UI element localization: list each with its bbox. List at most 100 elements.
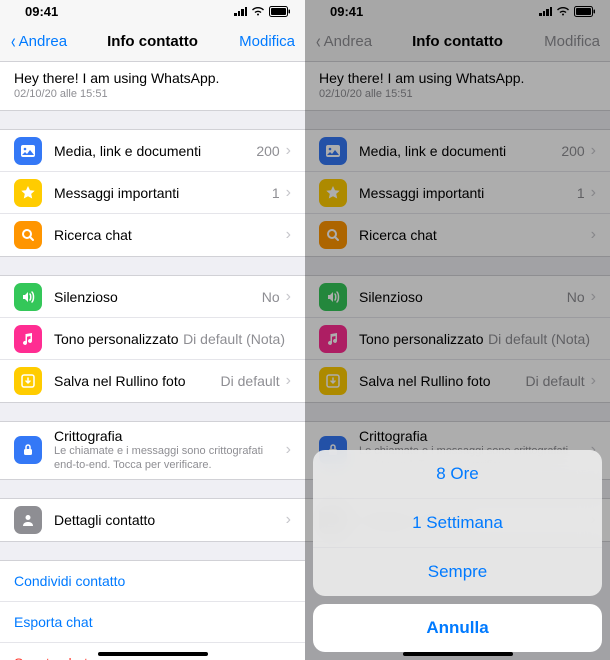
row-label: Ricerca chat (54, 227, 286, 243)
wifi-icon (556, 6, 570, 16)
chevron-right-icon: › (286, 184, 291, 202)
row-value: Di default (Nota) (183, 331, 285, 347)
home-indicator[interactable] (98, 652, 208, 656)
row-value: Di default (Nota) (488, 331, 590, 347)
row-label: Tono personalizzato (54, 331, 183, 347)
status-message: Hey there! I am using WhatsApp. (14, 70, 291, 86)
chevron-right-icon: › (591, 372, 596, 390)
speaker-icon (14, 283, 42, 311)
sheet-option-sempre[interactable]: Sempre (313, 548, 602, 596)
wifi-icon (251, 6, 265, 16)
chevron-right-icon: › (286, 372, 291, 390)
row-value: Di default (526, 373, 585, 389)
search-icon (14, 221, 42, 249)
row-details[interactable]: Dettagli contatto › (0, 499, 305, 541)
row-label: Messaggi importanti (359, 185, 577, 201)
music-icon (319, 325, 347, 353)
row-label: Silenzioso (54, 289, 262, 305)
row-label: Media, link e documenti (54, 143, 256, 159)
status-message: Hey there! I am using WhatsApp. (319, 70, 596, 86)
row-media: Media, link e documenti 200 › (305, 130, 610, 172)
status-indicators (234, 6, 291, 17)
row-value: 1 (272, 185, 280, 201)
row-tone: Tono personalizzato Di default (Nota) (305, 318, 610, 360)
edit-button[interactable]: Modifica (239, 33, 295, 50)
row-search[interactable]: Ricerca chat › (0, 214, 305, 256)
back-label: Andrea (324, 33, 372, 50)
status-time: 09:41 (330, 4, 363, 19)
signal-icon (234, 6, 247, 16)
row-mute[interactable]: Silenzioso No › (0, 276, 305, 318)
photo-icon (319, 137, 347, 165)
row-label: Media, link e documenti (359, 143, 561, 159)
sheet-options: 8 Ore 1 Settimana Sempre (313, 450, 602, 596)
status-timestamp: 02/10/20 alle 15:51 (14, 88, 291, 100)
row-sublabel: Le chiamate e i messaggi sono crittograf… (54, 445, 286, 473)
chevron-left-icon: ‹ (316, 32, 321, 52)
row-search: Ricerca chat › (305, 214, 610, 256)
action-sheet: 8 Ore 1 Settimana Sempre Annulla (313, 450, 602, 652)
chevron-left-icon: ‹ (11, 32, 16, 52)
star-icon (319, 179, 347, 207)
group-notifications: Silenzioso No › Tono personalizzato Di d… (305, 275, 610, 403)
screen-left: 09:41 ‹ Andrea Info contatto Modifica He… (0, 0, 305, 660)
contact-status: Hey there! I am using WhatsApp. 02/10/20… (305, 62, 610, 111)
save-icon (14, 367, 42, 395)
page-title: Info contatto (412, 33, 503, 50)
row-label: Ricerca chat (359, 227, 591, 243)
row-value: 200 (561, 143, 584, 159)
row-save: Salva nel Rullino foto Di default › (305, 360, 610, 402)
sheet-cancel-button[interactable]: Annulla (313, 604, 602, 652)
chevron-right-icon: › (591, 288, 596, 306)
status-time: 09:41 (25, 4, 58, 19)
row-mute: Silenzioso No › (305, 276, 610, 318)
chevron-right-icon: › (286, 142, 291, 160)
group-media: Media, link e documenti 200 › Messaggi i… (305, 129, 610, 257)
row-label: Tono personalizzato (359, 331, 488, 347)
group-details: Dettagli contatto › (0, 498, 305, 542)
contact-icon (14, 506, 42, 534)
row-save[interactable]: Salva nel Rullino foto Di default › (0, 360, 305, 402)
row-starred: Messaggi importanti 1 › (305, 172, 610, 214)
sheet-option-8-ore[interactable]: 8 Ore (313, 450, 602, 499)
row-label: Salva nel Rullino foto (54, 373, 221, 389)
status-bar: 09:41 (305, 0, 610, 22)
row-label: Dettagli contatto (54, 512, 286, 528)
search-icon (319, 221, 347, 249)
group-media: Media, link e documenti 200 › Messaggi i… (0, 129, 305, 257)
contact-status[interactable]: Hey there! I am using WhatsApp. 02/10/20… (0, 62, 305, 111)
lock-icon (14, 436, 42, 464)
status-timestamp: 02/10/20 alle 15:51 (319, 88, 596, 100)
save-icon (319, 367, 347, 395)
chevron-right-icon: › (591, 142, 596, 160)
group-notifications: Silenzioso No › Tono personalizzato Di d… (0, 275, 305, 403)
photo-icon (14, 137, 42, 165)
battery-icon (574, 6, 596, 17)
row-value: No (262, 289, 280, 305)
row-starred[interactable]: Messaggi importanti 1 › (0, 172, 305, 214)
home-indicator[interactable] (403, 652, 513, 656)
share-contact-button[interactable]: Condividi contatto (0, 561, 305, 602)
row-label: Silenzioso (359, 289, 567, 305)
group-encryption: Crittografia Le chiamate e i messaggi so… (0, 421, 305, 480)
row-value: Di default (221, 373, 280, 389)
row-encryption[interactable]: Crittografia Le chiamate e i messaggi so… (0, 422, 305, 479)
battery-icon (269, 6, 291, 17)
export-chat-button[interactable]: Esporta chat (0, 602, 305, 643)
chevron-right-icon: › (591, 226, 596, 244)
chevron-right-icon: › (591, 184, 596, 202)
chevron-right-icon: › (286, 441, 291, 459)
signal-icon (539, 6, 552, 16)
row-tone[interactable]: Tono personalizzato Di default (Nota) (0, 318, 305, 360)
sheet-option-1-settimana[interactable]: 1 Settimana (313, 499, 602, 548)
star-icon (14, 179, 42, 207)
row-label: Salva nel Rullino foto (359, 373, 526, 389)
music-icon (14, 325, 42, 353)
chevron-right-icon: › (286, 511, 291, 529)
row-media[interactable]: Media, link e documenti 200 › (0, 130, 305, 172)
chevron-right-icon: › (286, 226, 291, 244)
back-button[interactable]: ‹ Andrea (10, 32, 67, 52)
row-value: 1 (577, 185, 585, 201)
group-actions-1: Condividi contatto Esporta chat Svuota c… (0, 560, 305, 660)
row-label: Crittografia (54, 428, 286, 444)
